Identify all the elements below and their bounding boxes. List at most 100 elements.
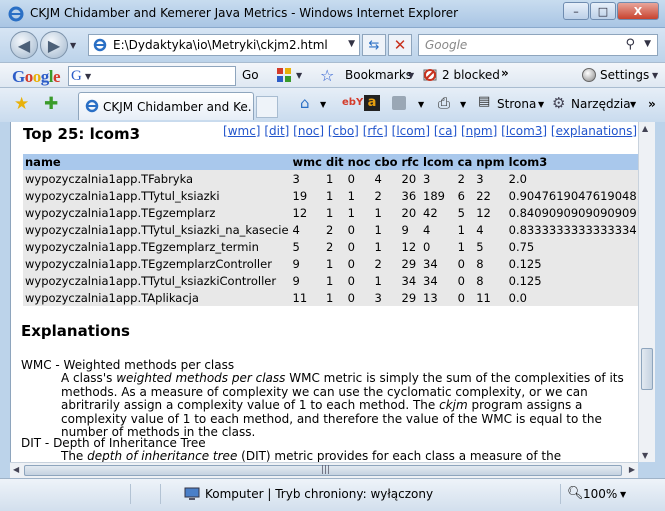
home-icon[interactable]: ⌂ xyxy=(300,94,310,112)
home-dropdown-icon[interactable]: ▼ xyxy=(320,100,326,109)
link-rfc[interactable]: rfc xyxy=(367,124,383,138)
toolbar-options-icon[interactable] xyxy=(276,67,292,83)
add-favorites-icon[interactable]: ✚ xyxy=(44,94,58,114)
google-logo[interactable]: Google xyxy=(12,67,61,87)
address-url[interactable]: E:\Dydaktyka\io\Metryki\ckjm2.html xyxy=(113,38,328,52)
link-noc[interactable]: noc xyxy=(298,124,320,138)
tab-ckjm[interactable]: CKJM Chidamber and Ke... xyxy=(78,92,254,120)
zoom-level[interactable]: 100% xyxy=(583,487,617,501)
address-dropdown-icon[interactable]: ▼ xyxy=(348,39,355,49)
back-button[interactable]: ◀ xyxy=(10,31,38,59)
zoom-icon[interactable]: 🔍︎ xyxy=(567,486,584,501)
settings-menu[interactable]: Settings xyxy=(600,68,649,82)
bookmarks-dropdown-icon[interactable]: ▼ xyxy=(408,71,414,80)
search-input[interactable]: Google ⚲ ▼ xyxy=(418,34,658,56)
bookmarks-menu[interactable]: Bookmarks xyxy=(345,68,412,82)
recent-pages-dropdown-icon[interactable]: ▼ xyxy=(70,41,76,50)
print-dropdown-icon[interactable]: ▼ xyxy=(460,100,466,109)
link-lcom[interactable]: lcom xyxy=(396,124,425,138)
header-rfc: rfc xyxy=(399,154,421,170)
print-icon[interactable]: ⎙ xyxy=(438,94,450,112)
settings-dropdown-icon[interactable]: ▼ xyxy=(652,71,658,80)
scroll-left-icon[interactable]: ◀ xyxy=(13,465,19,474)
page-content[interactable]: Top 25: lcom3 [wmc] [dit] [noc] [cbo] [r… xyxy=(10,122,638,462)
scroll-up-icon[interactable]: ▲ xyxy=(642,124,648,133)
window-title: CKJM Chidamber and Kemerer Java Metrics … xyxy=(30,6,459,20)
table-row: wypozyczalnia1app.TTytul_ksiazki_na_kase… xyxy=(23,221,638,238)
table-row: wypozyczalnia1app.TAplikacja 11 1 0 3 29 13 0 11… xyxy=(23,289,638,306)
security-zone[interactable]: Komputer | Tryb chroniony: wyłączony xyxy=(205,487,433,501)
amazon-icon[interactable]: a xyxy=(364,95,380,111)
link-ca[interactable]: ca xyxy=(439,124,453,138)
address-bar[interactable]: E:\Dydaktyka\io\Metryki\ckjm2.html ▼ xyxy=(88,34,360,56)
zoom-dropdown-icon[interactable]: ▼ xyxy=(620,490,626,499)
popup-blocker-icon[interactable] xyxy=(422,67,438,83)
link-npm[interactable]: npm xyxy=(466,124,493,138)
address-row: ◀ ▶ ▼ E:\Dydaktyka\io\Metryki\ckjm2.html… xyxy=(0,28,665,62)
link-cbo[interactable]: cbo xyxy=(333,124,355,138)
link-lcom3[interactable]: lcom3 xyxy=(506,124,543,138)
dit-text-1: The xyxy=(61,449,88,462)
link-explanations[interactable]: explanations xyxy=(556,124,633,138)
cell-lcom3: 0.8409090909090909 xyxy=(506,204,638,221)
link-wmc[interactable]: wmc xyxy=(228,124,256,138)
toolbar-options-dropdown-icon[interactable]: ▼ xyxy=(296,71,302,80)
more-tools-chevron[interactable]: » xyxy=(501,66,509,80)
maximize-button[interactable]: □ xyxy=(590,2,616,20)
cell-ca: 1 xyxy=(455,221,475,238)
cell-name: wypozyczalnia1app.TTytul_ksiazki_na_kase… xyxy=(23,221,291,238)
horizontal-scroll-thumb[interactable]: ||| xyxy=(24,465,622,476)
feeds-icon[interactable] xyxy=(392,96,406,110)
close-button[interactable]: X xyxy=(617,2,659,20)
cell-cbo: 2 xyxy=(372,255,400,272)
header-lcom3: lcom3 xyxy=(506,154,638,170)
refresh-button[interactable]: ⇆ xyxy=(362,34,386,56)
forward-button[interactable]: ▶ xyxy=(40,31,68,59)
more-commands-chevron[interactable]: » xyxy=(648,97,656,111)
cell-lcom3: 2.0 xyxy=(506,170,638,187)
favorites-star-icon[interactable]: ★ xyxy=(14,94,29,114)
cell-dit: 1 xyxy=(323,170,346,187)
tools-dropdown-icon[interactable]: ▼ xyxy=(630,100,636,109)
refresh-icon: ⇆ xyxy=(368,37,380,53)
vertical-scroll-thumb[interactable] xyxy=(641,348,653,390)
search-dropdown-icon[interactable]: ▼ xyxy=(644,39,651,49)
cell-noc: 0 xyxy=(345,255,373,272)
feeds-dropdown-icon[interactable]: ▼ xyxy=(418,100,424,109)
cell-lcom: 3 xyxy=(421,170,456,187)
stop-button[interactable]: ✕ xyxy=(388,34,412,56)
cell-lcom3: 0.75 xyxy=(506,238,638,255)
settings-icon[interactable] xyxy=(582,68,596,82)
go-button[interactable]: Go xyxy=(242,68,259,82)
tools-menu[interactable]: Narzędzia xyxy=(571,97,631,111)
link-dit[interactable]: dit xyxy=(269,124,285,138)
horizontal-scrollbar[interactable]: ◀ ||| ▶ xyxy=(10,462,638,478)
bookmark-star-icon[interactable]: ☆ xyxy=(320,66,334,85)
search-icon[interactable]: ⚲ xyxy=(625,37,635,52)
ie-page-icon xyxy=(93,38,107,52)
cell-wmc: 11 xyxy=(290,289,324,306)
header-cbo: cbo xyxy=(372,154,400,170)
cell-dit: 2 xyxy=(323,238,346,255)
scroll-down-icon[interactable]: ▼ xyxy=(642,451,648,460)
cell-rfc: 20 xyxy=(399,170,421,187)
cell-name: wypozyczalnia1app.TTytul_ksiazkiControll… xyxy=(23,272,291,289)
new-tab-button[interactable] xyxy=(256,96,278,118)
header-lcom: lcom xyxy=(421,154,456,170)
header-dit: dit xyxy=(323,154,346,170)
minimize-button[interactable]: – xyxy=(563,2,589,20)
tools-gear-icon[interactable]: ⚙ xyxy=(552,94,565,112)
cell-noc: 0 xyxy=(345,289,373,306)
vertical-scrollbar[interactable]: ▲ ▼ xyxy=(638,122,655,462)
stop-icon: ✕ xyxy=(393,36,407,54)
page-menu[interactable]: Strona xyxy=(497,97,536,111)
page-icon[interactable]: ▤ xyxy=(478,94,490,109)
cell-dit: 1 xyxy=(323,272,346,289)
popups-blocked[interactable]: 2 blocked xyxy=(442,68,500,82)
google-search-dropdown-icon[interactable]: ▼ xyxy=(85,72,91,81)
wmc-term: WMC - Weighted methods per class xyxy=(21,358,235,372)
ebay-icon[interactable]: ebY xyxy=(342,97,363,108)
page-dropdown-icon[interactable]: ▼ xyxy=(538,100,544,109)
google-search-input[interactable]: G ▼ xyxy=(68,66,236,86)
scroll-right-icon[interactable]: ▶ xyxy=(629,465,635,474)
